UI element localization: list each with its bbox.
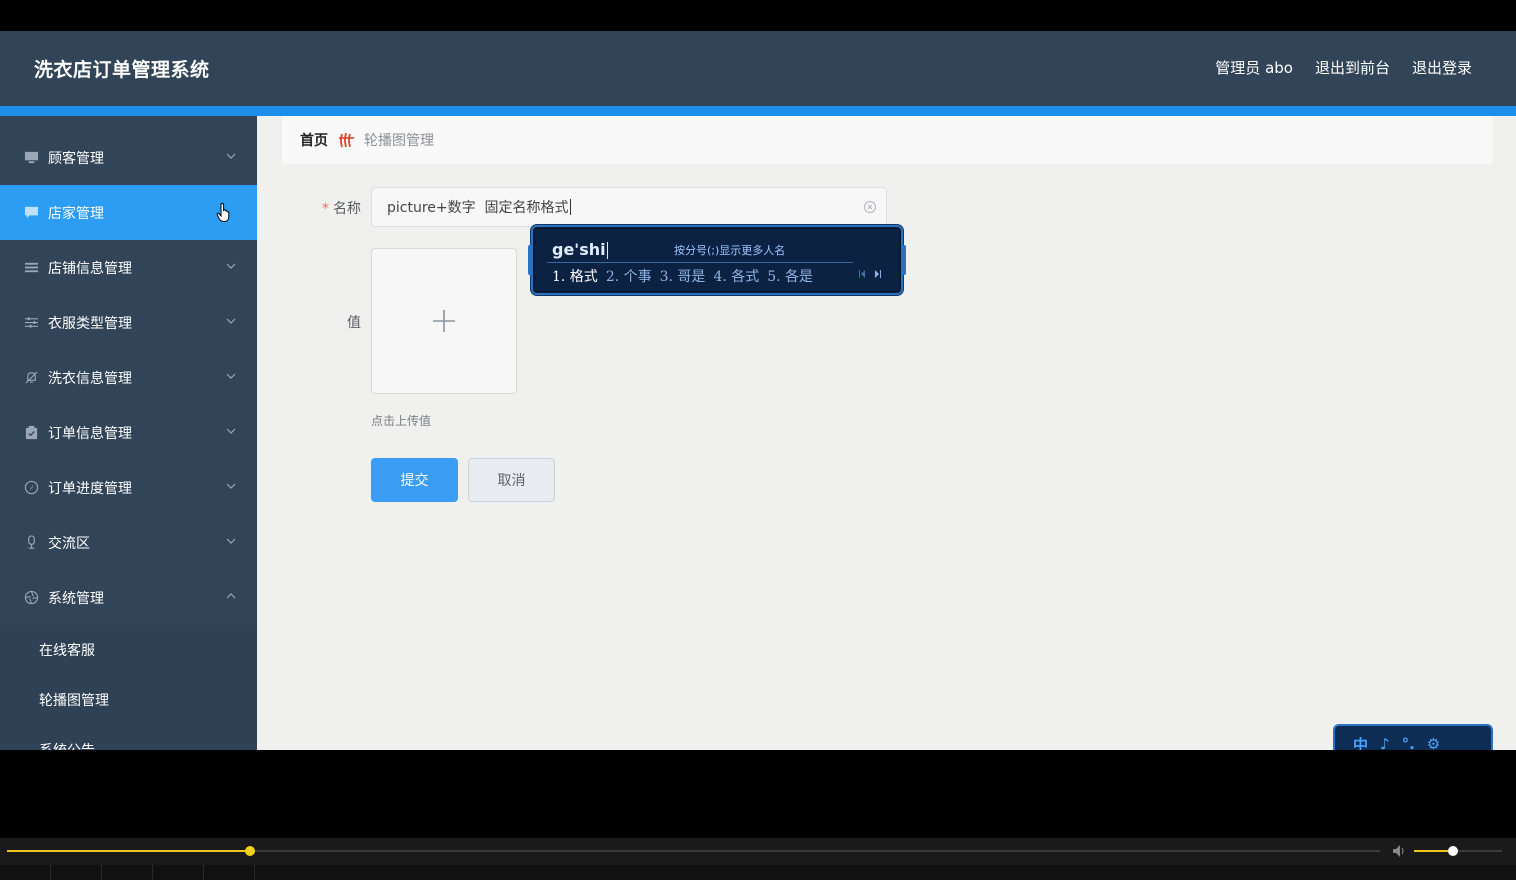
aperture-icon: [23, 589, 40, 606]
prev-page-icon[interactable]: [859, 269, 867, 279]
accent-bar: [0, 106, 1516, 116]
ime-settings-icon[interactable]: ⚙: [1427, 735, 1440, 750]
ime-pager: [859, 269, 881, 279]
sidebar-item-order-info[interactable]: 订单信息管理: [0, 405, 257, 460]
ime-candidate[interactable]: 3. 哥是: [660, 266, 706, 286]
plus-icon: [433, 310, 455, 332]
chat-icon: [23, 204, 40, 221]
chevron-down-icon: [226, 428, 236, 434]
ime-candidate[interactable]: 2. 个事: [606, 266, 652, 286]
progress-fill: [7, 850, 251, 852]
volume-handle[interactable]: [1447, 846, 1458, 856]
clipboard-icon: [23, 424, 40, 441]
chevron-down-icon: [226, 153, 236, 159]
sidebar-item-label: 系统管理: [48, 590, 104, 607]
ime-punct-toggle[interactable]: ♪: [1380, 735, 1390, 750]
app-title: 洗衣店订单管理系统: [34, 59, 210, 81]
sidebar-item-store-info[interactable]: 店铺信息管理: [0, 240, 257, 295]
sidebar-item-label: 衣服类型管理: [48, 315, 132, 332]
text-caret: [569, 199, 571, 215]
sliders-icon: [23, 314, 40, 331]
monitor-icon: [23, 149, 40, 166]
sidebar-item-order-progress[interactable]: 订单进度管理: [0, 460, 257, 515]
volume-fill: [1414, 850, 1453, 852]
microphone-icon: [23, 534, 40, 551]
name-label: * 名称: [322, 201, 361, 217]
bell-off-icon: [23, 369, 40, 386]
progress-bar[interactable]: [7, 846, 1380, 856]
chevron-down-icon: [226, 263, 236, 269]
breadcrumb-home[interactable]: 首页: [300, 130, 328, 150]
chevron-down-icon: [226, 373, 236, 379]
volume-slider[interactable]: [1414, 846, 1502, 856]
top-bar: 洗衣店订单管理系统 管理员 abo 退出到前台 退出登录: [0, 31, 1516, 106]
logout-link[interactable]: 退出登录: [1412, 57, 1472, 78]
sidebar-subitem-online-service[interactable]: 在线客服: [0, 625, 257, 675]
player-bottom-strip: [0, 865, 1516, 880]
breadcrumb: 首页 轮播图管理: [282, 116, 1493, 164]
ime-candidate[interactable]: 4. 各式: [713, 266, 759, 286]
sidebar-item-label: 订单进度管理: [48, 480, 132, 497]
next-page-icon[interactable]: [873, 269, 881, 279]
cancel-button[interactable]: 取消: [468, 458, 555, 502]
name-input[interactable]: picture+数字 固定名称格式: [371, 187, 887, 227]
list-icon: [23, 259, 40, 276]
image-uploader[interactable]: [371, 248, 517, 394]
ime-mode-toggle[interactable]: 中: [1353, 734, 1368, 751]
ime-candidate[interactable]: 5. 各是: [767, 266, 813, 286]
sidebar-item-label: 洗衣信息管理: [48, 370, 132, 387]
value-label: 值: [347, 315, 361, 331]
sidebar-item-system[interactable]: 系统管理: [0, 570, 257, 625]
sidebar-subitem-carousel[interactable]: 轮播图管理: [0, 675, 257, 725]
sidebar-item-label: 订单信息管理: [48, 425, 132, 442]
upload-tip: 点击上传值: [371, 414, 432, 428]
submit-button[interactable]: 提交: [371, 458, 458, 502]
sidebar-item-forum[interactable]: 交流区: [0, 515, 257, 570]
sidebar-item-clothing-types[interactable]: 衣服类型管理: [0, 295, 257, 350]
volume-icon[interactable]: [1392, 844, 1408, 858]
ime-toolbar: 中 ♪ °. ⚙: [1333, 724, 1493, 750]
video-player-controls: [0, 838, 1516, 880]
user-area: 管理员 abo 退出到前台 退出登录: [1215, 57, 1472, 78]
exit-to-front-link[interactable]: 退出到前台: [1315, 57, 1390, 78]
hand-cursor-icon: [216, 203, 230, 222]
sidebar-item-label: 交流区: [48, 535, 90, 552]
clear-icon[interactable]: [863, 200, 877, 214]
sidebar-item-laundry-info[interactable]: 洗衣信息管理: [0, 350, 257, 405]
sidebar-item-label: 店家管理: [48, 205, 104, 222]
ime-dots-toggle[interactable]: °.: [1402, 735, 1415, 750]
compass-icon: [23, 479, 40, 496]
sidebar-item-customers[interactable]: 顾客管理: [0, 130, 257, 185]
chevron-up-icon: [226, 593, 236, 599]
sidebar-subitem-announcement[interactable]: 系统公告: [0, 725, 257, 750]
ime-candidates: 1. 格式 2. 个事 3. 哥是 4. 各式 5. 各是: [552, 266, 813, 286]
chevron-down-icon: [226, 538, 236, 544]
ime-candidate-window: ge'shi 按分号(;)显示更多人名 1. 格式 2. 个事 3. 哥是 4.…: [528, 225, 906, 295]
name-input-value: picture+数字 固定名称格式: [387, 200, 569, 216]
breadcrumb-current: 轮播图管理: [364, 133, 434, 149]
chevron-down-icon: [226, 483, 236, 489]
ime-pinyin: ge'shi: [552, 240, 608, 259]
admin-label: 管理员 abo: [1215, 59, 1293, 77]
main-content: 首页 轮播图管理 * 名称 picture+数字 固定名称格式 值 点击上传值 提…: [257, 116, 1516, 750]
ime-candidate[interactable]: 1. 格式: [552, 266, 598, 286]
chevron-down-icon: [226, 318, 236, 324]
app-window: 洗衣店订单管理系统 管理员 abo 退出到前台 退出登录 顾客管理 店家管理 店…: [0, 31, 1516, 750]
breadcrumb-separator-icon: [338, 131, 356, 149]
sidebar-item-label: 店铺信息管理: [48, 260, 132, 277]
progress-handle[interactable]: [245, 846, 256, 856]
required-marker: *: [322, 201, 329, 217]
sidebar-item-label: 顾客管理: [48, 150, 104, 167]
ime-hint: 按分号(;)显示更多人名: [674, 244, 786, 257]
sidebar-item-merchants[interactable]: 店家管理: [0, 185, 257, 240]
sidebar: 顾客管理 店家管理 店铺信息管理 衣服类型管理 洗衣信息管理 订单信息管理 订单…: [0, 116, 257, 750]
